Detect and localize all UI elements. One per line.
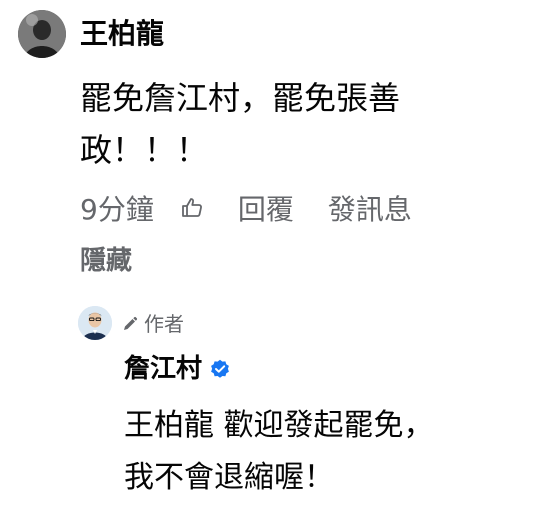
reply-author-avatar-image bbox=[78, 306, 112, 340]
commenter-avatar[interactable] bbox=[18, 10, 66, 58]
thumbs-up-icon bbox=[181, 198, 202, 217]
author-badge: 作者 bbox=[122, 310, 184, 338]
comment-text-line: 罷免詹江村，罷免張善 bbox=[80, 79, 401, 117]
commenter-avatar-image bbox=[18, 10, 66, 58]
send-message-button[interactable]: 發訊息 bbox=[328, 188, 412, 228]
reply-author-name[interactable]: 詹江村 bbox=[124, 352, 202, 386]
comment-timestamp[interactable]: 9分鐘 bbox=[80, 188, 154, 228]
reply-text-line: 王柏龍 歡迎發起罷免， bbox=[124, 408, 434, 443]
like-button[interactable] bbox=[180, 196, 204, 220]
reply-author-avatar[interactable] bbox=[78, 306, 112, 340]
comment-text-line: 政！！！ bbox=[80, 131, 209, 169]
comment-actions: 9分鐘 回覆 發訊息 bbox=[80, 190, 412, 226]
reply-button[interactable]: 回覆 bbox=[238, 188, 294, 228]
reply-author: 詹江村 bbox=[124, 352, 230, 386]
comment-text: 罷免詹江村，罷免張善 政！！！ bbox=[80, 72, 530, 176]
reply-text-line: 我不會退縮喔！ bbox=[124, 460, 334, 495]
commenter-name[interactable]: 王柏龍 bbox=[80, 16, 164, 52]
pencil-icon bbox=[122, 316, 138, 332]
verified-badge-icon bbox=[210, 359, 230, 379]
author-badge-label: 作者 bbox=[144, 312, 184, 336]
hide-button[interactable]: 隱藏 bbox=[80, 244, 132, 278]
reply-text: 王柏龍 歡迎發起罷免， 我不會退縮喔！ bbox=[124, 400, 544, 504]
